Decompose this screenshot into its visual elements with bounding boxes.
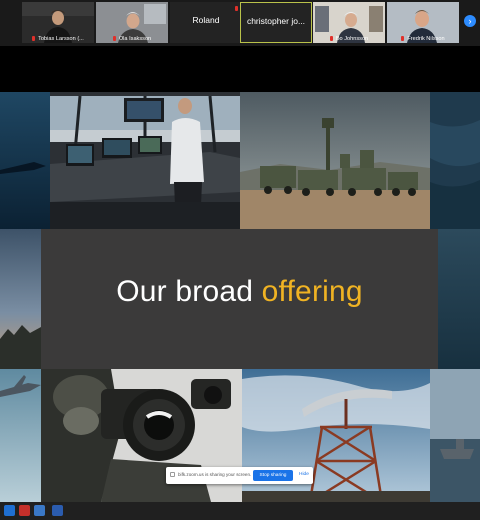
mic-muted-icon <box>32 36 36 41</box>
sunset-landscape-image <box>0 229 41 369</box>
participant-name: Ola Isaksson <box>96 36 168 42</box>
zoom-window: Tobias Larsson (... Ola Isaksson Roland … <box>0 0 480 520</box>
hide-link[interactable]: Hide <box>299 472 309 477</box>
mic-muted-icon <box>235 6 238 11</box>
participant-tile-tobias[interactable]: Tobias Larsson (... <box>22 2 94 43</box>
participant-name: christopher jo... <box>246 16 306 26</box>
mic-muted-icon <box>329 36 333 41</box>
app-icon[interactable] <box>19 505 30 516</box>
participant-tile-bo[interactable]: Bo Johnsson <box>313 2 385 43</box>
participant-tile-christopher[interactable]: christopher jo... <box>240 2 312 43</box>
participant-name: Roland <box>192 15 220 25</box>
share-message: bifk.zoom.us is sharing your screen. <box>178 472 252 477</box>
start-icon[interactable] <box>4 505 15 516</box>
chevron-right-icon[interactable]: › <box>464 15 476 27</box>
navy-ship-image <box>430 369 480 502</box>
control-tower-image <box>50 92 240 229</box>
mic-muted-icon <box>112 36 116 41</box>
word-icon[interactable] <box>52 505 63 516</box>
participant-name: Fredrik Nilsson <box>387 36 459 42</box>
participant-tile-roland[interactable]: Roland <box>170 2 242 43</box>
slide-title: Our broad offering <box>116 275 363 308</box>
radar-vehicles-image <box>240 92 430 229</box>
mic-muted-icon <box>401 36 405 41</box>
screen-share-notice: bifk.zoom.us is sharing your screen. Sto… <box>166 467 313 484</box>
ocean-image <box>430 92 480 229</box>
toolbar-gap <box>0 46 480 92</box>
sea-image <box>438 229 480 369</box>
participant-tile-ola[interactable]: Ola Isaksson <box>96 2 168 43</box>
participant-name: Bo Johnsson <box>313 36 385 42</box>
shared-screen: Our broad offering <box>0 92 480 502</box>
participant-tile-fredrik[interactable]: Fredrik Nilsson <box>387 2 459 43</box>
aircraft-image <box>0 369 41 502</box>
underwater-image <box>0 92 50 229</box>
taskbar <box>0 502 480 520</box>
outlook-icon[interactable] <box>34 505 45 516</box>
stop-sharing-button[interactable]: Stop sharing <box>253 470 293 481</box>
slide-title-banner: Our broad offering <box>41 229 438 369</box>
participant-strip: Tobias Larsson (... Ola Isaksson Roland … <box>0 0 480 46</box>
participant-name: Tobias Larsson (... <box>22 36 94 42</box>
screen-share-icon <box>170 472 175 477</box>
